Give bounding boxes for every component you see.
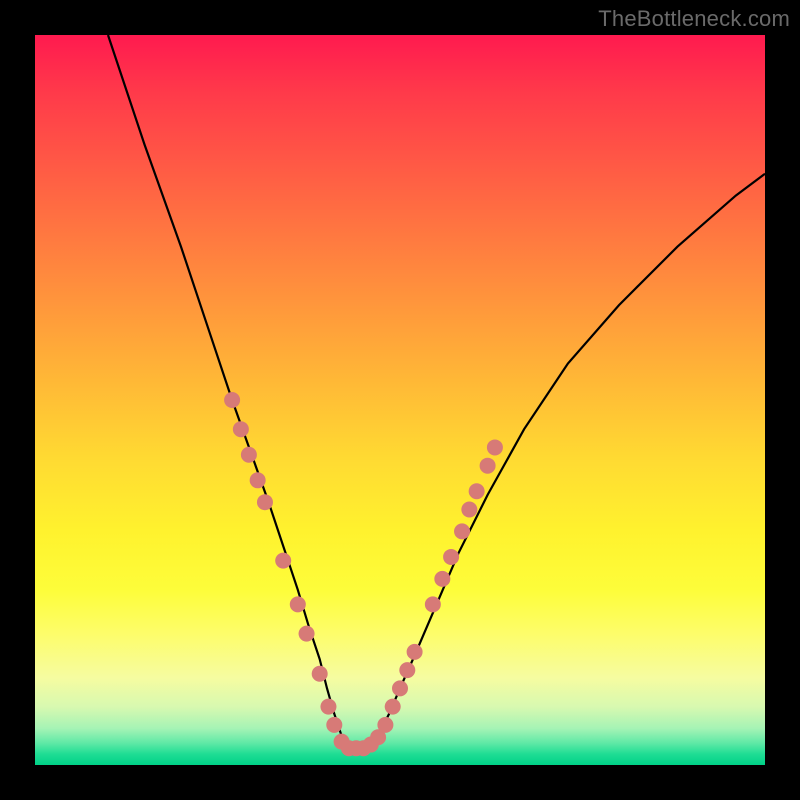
curve-marker (407, 644, 423, 660)
curve-svg (35, 35, 765, 765)
curve-marker (434, 571, 450, 587)
curve-marker (461, 502, 477, 518)
curve-marker (425, 596, 441, 612)
curve-marker (487, 439, 503, 455)
curve-marker (399, 662, 415, 678)
curve-marker (275, 553, 291, 569)
curve-marker (392, 680, 408, 696)
plot-area (35, 35, 765, 765)
curve-marker (250, 472, 266, 488)
curve-marker (312, 666, 328, 682)
curve-marker (454, 523, 470, 539)
watermark-text: TheBottleneck.com (598, 6, 790, 32)
curve-markers (224, 392, 503, 756)
bottleneck-curve (108, 35, 765, 748)
curve-marker (320, 699, 336, 715)
curve-marker (299, 626, 315, 642)
curve-marker (443, 549, 459, 565)
curve-marker (377, 717, 393, 733)
chart-frame: TheBottleneck.com (0, 0, 800, 800)
curve-marker (480, 458, 496, 474)
curve-marker (224, 392, 240, 408)
curve-marker (290, 596, 306, 612)
curve-marker (241, 447, 257, 463)
curve-marker (469, 483, 485, 499)
curve-marker (233, 421, 249, 437)
curve-marker (385, 699, 401, 715)
curve-marker (257, 494, 273, 510)
curve-marker (326, 717, 342, 733)
